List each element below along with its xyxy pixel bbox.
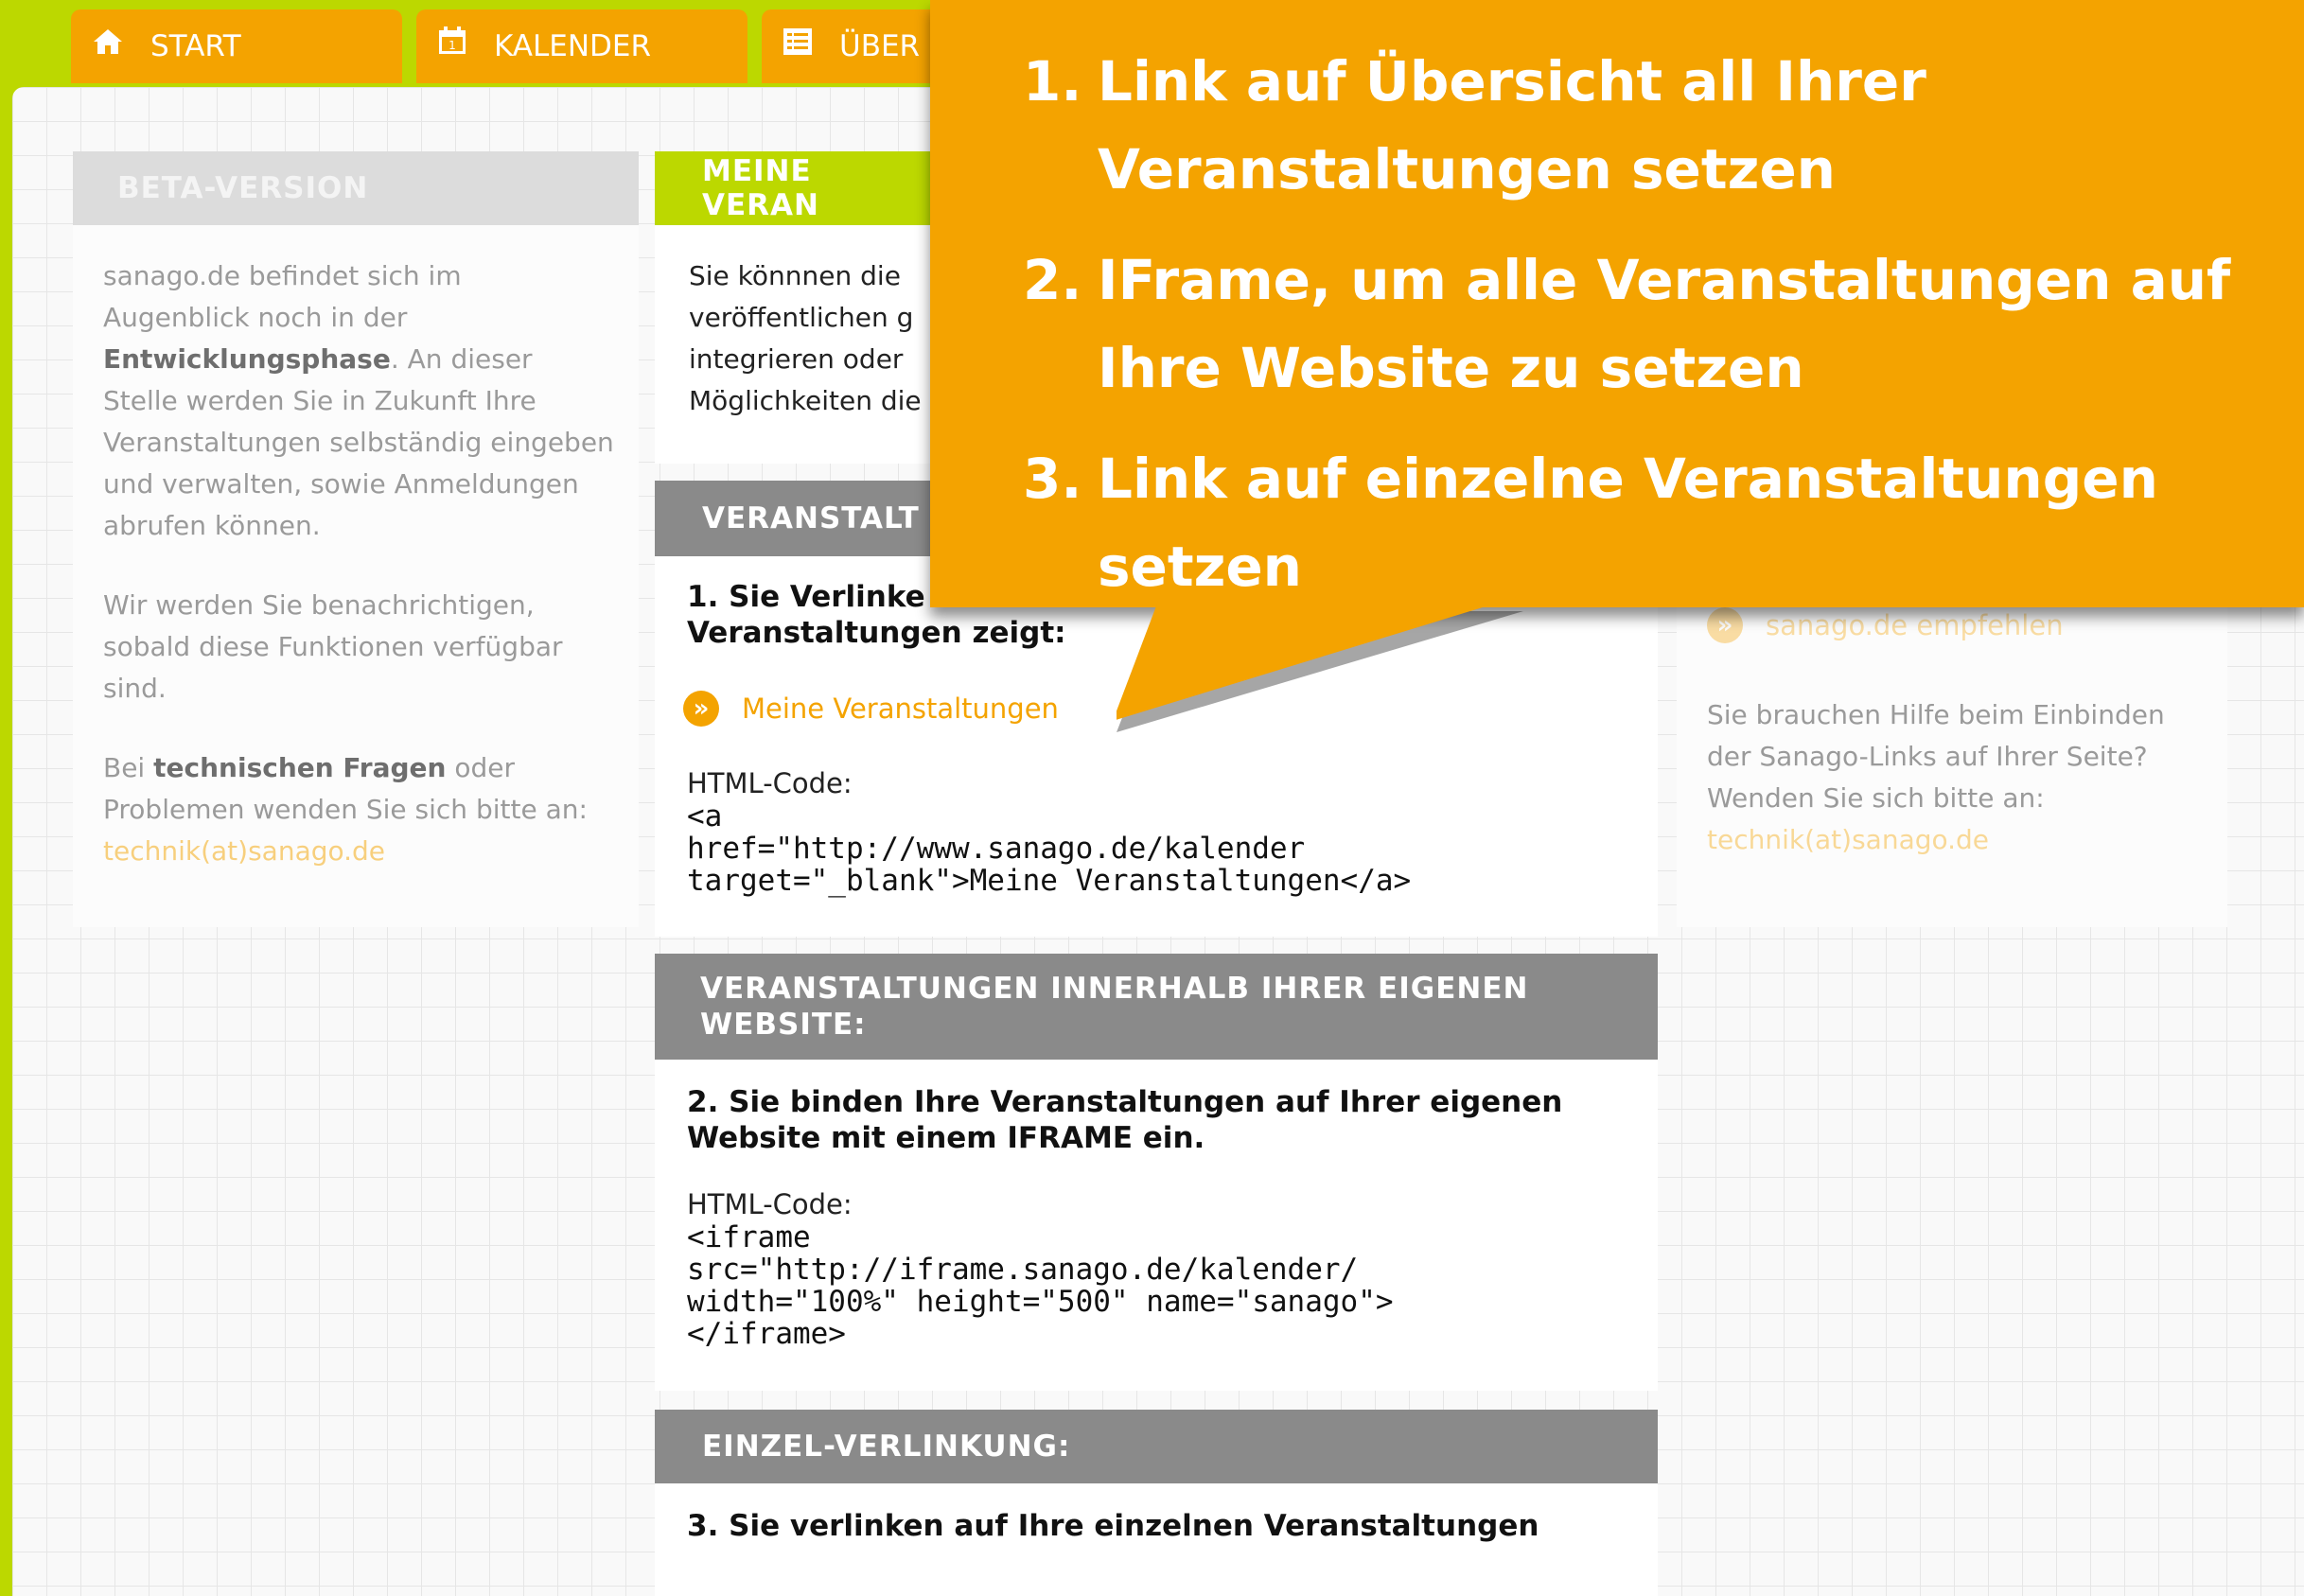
arrow-right-icon: »: [1707, 607, 1743, 643]
einzel-card: EINZEL-VERLINKUNG: 3. Sie verlinken auf …: [655, 1410, 1658, 1596]
meine-card: MEINE VERAN Sie könnnen die veröffentlic…: [655, 151, 939, 464]
code-label: HTML-Code:: [687, 1188, 853, 1220]
step2-text: 2. Sie binden Ihre Veranstaltungen auf I…: [687, 1085, 1563, 1155]
innerhalb-card: VERANSTALTUNGEN INNERHALB IHRER EIGENEN …: [655, 954, 1658, 1391]
meine-card-header: MEINE VERAN: [655, 151, 939, 225]
innerhalb-card-header: VERANSTALTUNGEN INNERHALB IHRER EIGENEN …: [655, 954, 1658, 1060]
callout-text: IFrame, um alle Veranstaltungen auf Ihre…: [1098, 248, 2231, 400]
tab-label: KALENDER: [494, 29, 652, 63]
einzel-title: EINZEL-VERLINKUNG:: [702, 1429, 1071, 1464]
beta-title: BETA-VERSION: [117, 171, 369, 205]
callout-item: 2. IFrame, um alle Veranstaltungen auf I…: [1023, 237, 2304, 412]
callout-text: Link auf Übersicht all Ihrer Veranstaltu…: [1098, 49, 1926, 202]
right-card: » sanago.de empfehlen Sie brauchen Hilfe…: [1677, 568, 2227, 927]
beta-text: sanago.de befindet sich im Augenblick no…: [103, 255, 614, 872]
beta-p3: Bei: [103, 752, 154, 783]
callout-text: Link auf einzelne Veranstaltungen setzen: [1098, 447, 2158, 599]
svg-text:1: 1: [448, 39, 456, 52]
code-snippet: <iframe src="http://iframe.sanago.de/kal…: [687, 1220, 1394, 1351]
code-snippet: <a href="http://www.sanago.de/kalender t…: [687, 799, 1412, 898]
callout-pointer: [1117, 596, 1523, 732]
callout-list: 1. Link auf Übersicht all Ihrer Veransta…: [1023, 38, 2304, 611]
einzel-card-header: EINZEL-VERLINKUNG:: [655, 1410, 1658, 1483]
beta-email-link[interactable]: technik(at)sanago.de: [103, 835, 385, 867]
recommend-label: sanago.de empfehlen: [1766, 609, 2064, 641]
callout-item: 1. Link auf Übersicht all Ihrer Veransta…: [1023, 38, 2304, 214]
callout-number: 2.: [1023, 248, 1082, 312]
tab-uebersicht[interactable]: ÜBER: [762, 9, 951, 83]
beta-card-header: BETA-VERSION: [73, 151, 639, 225]
tab-label: ÜBER: [839, 29, 921, 63]
tab-label: START: [150, 29, 241, 63]
veranstalt-title: VERANSTALT: [702, 501, 920, 535]
innerhalb-title: VERANSTALTUNGEN INNERHALB IHRER EIGENEN …: [700, 972, 1529, 1042]
beta-p3-bold: technischen Fragen: [153, 752, 447, 783]
link-label: Meine Veranstaltungen: [742, 693, 1059, 725]
beta-p1-bold: Entwicklungsphase: [103, 343, 391, 375]
help-email-link[interactable]: technik(at)sanago.de: [1707, 824, 1989, 855]
callout-number: 1.: [1023, 49, 1082, 114]
step3-text: 3. Sie verlinken auf Ihre einzelnen Vera…: [687, 1509, 1539, 1543]
recommend-link[interactable]: » sanago.de empfehlen: [1707, 607, 2064, 643]
tab-start[interactable]: START: [71, 9, 402, 83]
meine-title: MEINE VERAN: [702, 154, 819, 222]
meine-text: Sie könnnen die veröffentlichen g integr…: [689, 260, 922, 416]
meine-veranstaltungen-link[interactable]: » Meine Veranstaltungen: [683, 691, 1059, 727]
help-body: Sie brauchen Hilfe beim Einbinden der Sa…: [1707, 699, 2165, 814]
beta-card: BETA-VERSION sanago.de befindet sich im …: [73, 151, 639, 927]
help-text: Sie brauchen Hilfe beim Einbinden der Sa…: [1707, 694, 2199, 861]
callout-item: 3. Link auf einzelne Veranstaltungen set…: [1023, 435, 2304, 611]
code-label: HTML-Code:: [687, 767, 853, 799]
list-icon: [783, 9, 813, 83]
callout-number: 3.: [1023, 447, 1082, 511]
arrow-right-icon: »: [683, 691, 719, 727]
beta-p1: sanago.de befindet sich im Augenblick no…: [103, 260, 462, 333]
callout-box: 1. Link auf Übersicht all Ihrer Veransta…: [930, 0, 2304, 607]
calendar-icon: 1: [437, 9, 467, 83]
beta-p2: Wir werden Sie benachrichtigen, sobald d…: [103, 589, 563, 704]
tab-kalender[interactable]: 1 KALENDER: [416, 9, 747, 83]
home-icon: [92, 9, 124, 83]
